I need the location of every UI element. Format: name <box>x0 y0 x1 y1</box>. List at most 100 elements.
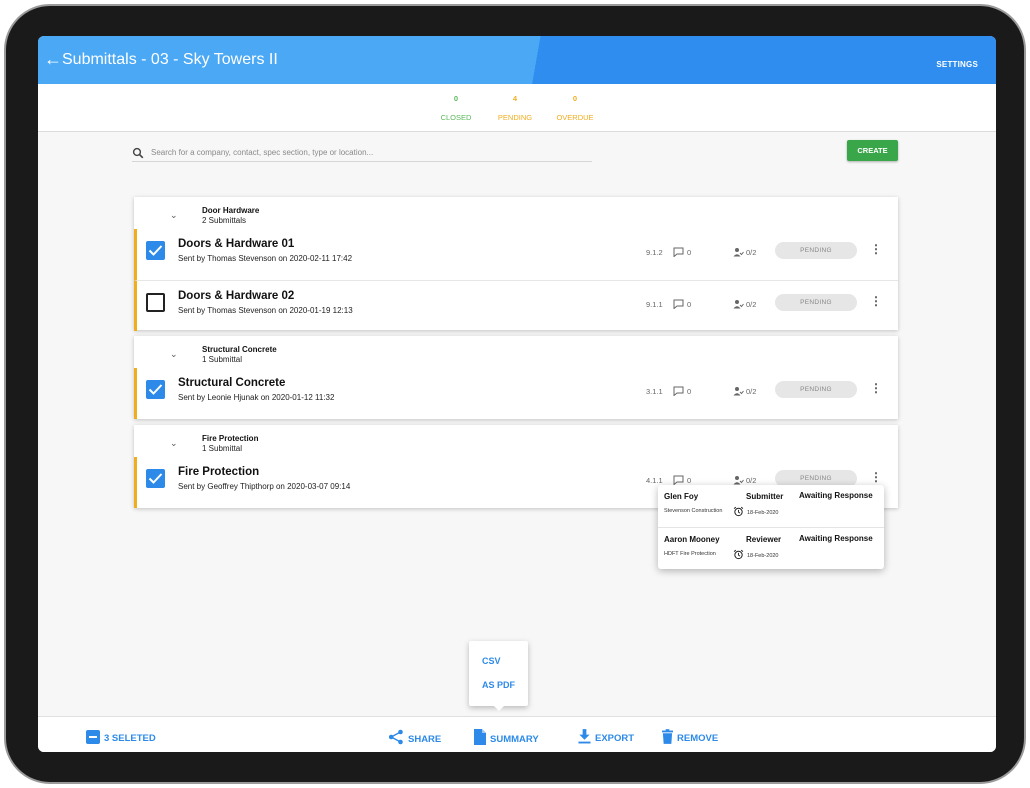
deselect-box-icon <box>86 730 100 744</box>
group-header[interactable]: ⌄ Door Hardware 2 Submittals <box>134 197 898 229</box>
chevron-down-icon[interactable]: ⌄ <box>170 349 178 360</box>
stat-closed[interactable]: 0 CLOSED <box>426 94 486 122</box>
submittal-subtitle: Sent by Thomas Stevenson on 2020-02-11 1… <box>178 254 353 263</box>
reviewer-status: Awaiting Response <box>799 534 873 543</box>
status-badge: PENDING <box>775 294 857 311</box>
submittal-title: Structural Concrete <box>178 377 286 389</box>
reviewer-name: Aaron Mooney <box>664 535 720 544</box>
document-icon <box>474 729 486 745</box>
reviewer-count-value: 0/2 <box>746 300 757 309</box>
search-field[interactable]: Search for a company, contact, spec sect… <box>132 146 592 162</box>
remove-button[interactable]: REMOVE <box>662 729 718 744</box>
reviewer-date-value: 18-Feb-2020 <box>747 553 779 559</box>
checkbox-checked[interactable] <box>146 241 165 260</box>
reviewer-count-value: 0/2 <box>746 248 757 257</box>
comment-count[interactable]: 0 <box>673 247 692 258</box>
more-vert-icon[interactable]: ⋮ <box>870 382 882 394</box>
reviewers-popover: Glen Foy Submitter Awaiting Response Ste… <box>658 485 884 569</box>
reviewer-icon <box>733 300 744 309</box>
status-summary: 0 CLOSED 4 PENDING 0 OVERDUE <box>38 84 996 132</box>
back-arrow-icon[interactable]: ← <box>44 50 62 68</box>
summary-menu: CSV AS PDF <box>469 641 528 711</box>
group-name: Fire Protection <box>202 434 259 443</box>
summary-button[interactable]: SUMMARY <box>474 729 539 745</box>
chevron-down-icon[interactable]: ⌄ <box>170 438 178 449</box>
comment-count-value: 0 <box>687 387 692 396</box>
reviewer-name: Glen Foy <box>664 492 699 501</box>
create-button[interactable]: CREATE <box>847 140 898 161</box>
share-icon <box>388 729 403 745</box>
group-count: 1 Submittal <box>202 355 243 364</box>
checkbox-checked[interactable] <box>146 469 165 488</box>
reviewer-role: Reviewer <box>746 535 782 544</box>
submittal-row[interactable]: Doors & Hardware 01 Sent by Thomas Steve… <box>134 229 898 280</box>
reviewer-date: 18-Feb-2020 <box>733 506 779 517</box>
comment-count-value: 0 <box>687 248 692 257</box>
stat-label: CLOSED <box>440 113 472 122</box>
stat-label: OVERDUE <box>556 113 594 122</box>
selection-indicator[interactable]: 3 SELETED <box>86 730 156 744</box>
checkbox-unchecked[interactable] <box>146 293 165 312</box>
stat-value: 0 <box>572 94 578 103</box>
export-label: EXPORT <box>595 733 635 744</box>
status-badge: PENDING <box>775 242 857 259</box>
spec-section: 4.1.1 <box>646 476 663 485</box>
reviewer-entry: Aaron Mooney Reviewer Awaiting Response … <box>658 527 884 569</box>
reviewer-status: Awaiting Response <box>799 491 873 500</box>
submittal-title: Doors & Hardware 02 <box>178 290 295 302</box>
reviewer-count[interactable]: 0/2 <box>733 386 756 396</box>
reviewer-date-value: 18-Feb-2020 <box>747 510 779 516</box>
more-vert-icon[interactable]: ⋮ <box>870 295 882 307</box>
reviewer-count[interactable]: 0/2 <box>733 475 756 485</box>
group-name: Door Hardware <box>202 206 260 215</box>
submittal-subtitle: Sent by Geoffrey Thipthorp on 2020-03-07… <box>178 482 351 491</box>
chevron-down-icon[interactable]: ⌄ <box>170 210 178 221</box>
group-name: Structural Concrete <box>202 345 277 354</box>
selected-count-label: 3 SELETED <box>104 733 156 744</box>
reviewer-company: HDFT Fire Protection <box>664 551 716 557</box>
export-button[interactable]: EXPORT <box>578 729 634 744</box>
reviewer-entry: Glen Foy Submitter Awaiting Response Ste… <box>658 485 884 527</box>
settings-button[interactable]: SETTINGS <box>936 60 978 69</box>
reviewer-date: 18-Feb-2020 <box>733 549 779 560</box>
reviewer-icon <box>733 248 744 257</box>
submittal-title: Fire Protection <box>178 466 260 478</box>
download-icon <box>578 729 591 744</box>
more-vert-icon[interactable]: ⋮ <box>870 471 882 483</box>
device-button <box>10 434 24 448</box>
comment-count-value: 0 <box>687 476 692 485</box>
group-header[interactable]: ⌄ Structural Concrete 1 Submittal <box>134 336 898 368</box>
reviewer-company: Stevenson Construction <box>664 508 723 514</box>
group-card-door-hardware: ⌄ Door Hardware 2 Submittals Doors & Har… <box>134 197 898 331</box>
reviewer-count[interactable]: 0/2 <box>733 299 756 309</box>
submittal-row[interactable]: Structural Concrete Sent by Leonie Hjuna… <box>134 368 898 419</box>
group-header[interactable]: ⌄ Fire Protection 1 Submittal <box>134 425 898 457</box>
submittal-row[interactable]: Doors & Hardware 02 Sent by Thomas Steve… <box>134 280 898 331</box>
comment-icon <box>673 299 684 310</box>
reviewer-count[interactable]: 0/2 <box>733 247 756 257</box>
check-icon <box>148 473 163 484</box>
stat-overdue[interactable]: 0 OVERDUE <box>545 94 605 122</box>
group-card-structural-concrete: ⌄ Structural Concrete 1 Submittal Struct… <box>134 336 898 419</box>
reviewer-count-value: 0/2 <box>746 387 757 396</box>
comment-count[interactable]: 0 <box>673 386 692 397</box>
search-placeholder: Search for a company, contact, spec sect… <box>151 148 374 157</box>
comment-count-value: 0 <box>687 300 692 309</box>
more-vert-icon[interactable]: ⋮ <box>870 243 882 255</box>
comment-count[interactable]: 0 <box>673 299 692 310</box>
menu-item-pdf[interactable]: AS PDF <box>482 680 515 690</box>
menu-item-csv[interactable]: CSV <box>482 656 501 666</box>
submittal-title: Doors & Hardware 01 <box>178 238 295 250</box>
stat-pending[interactable]: 4 PENDING <box>485 94 545 122</box>
alarm-clock-icon <box>733 549 744 560</box>
device-button <box>10 408 28 426</box>
submittal-subtitle: Sent by Leonie Hjunak on 2020-01-12 11:3… <box>178 393 335 402</box>
share-button[interactable]: SHARE <box>388 729 441 745</box>
reviewer-role: Submitter <box>746 492 784 501</box>
page-title: Submittals - 03 - Sky Towers II <box>62 51 278 68</box>
comment-count[interactable]: 0 <box>673 475 692 486</box>
device-button <box>10 336 28 354</box>
stat-label: PENDING <box>497 113 533 122</box>
spec-section: 9.1.2 <box>646 248 663 257</box>
checkbox-checked[interactable] <box>146 380 165 399</box>
